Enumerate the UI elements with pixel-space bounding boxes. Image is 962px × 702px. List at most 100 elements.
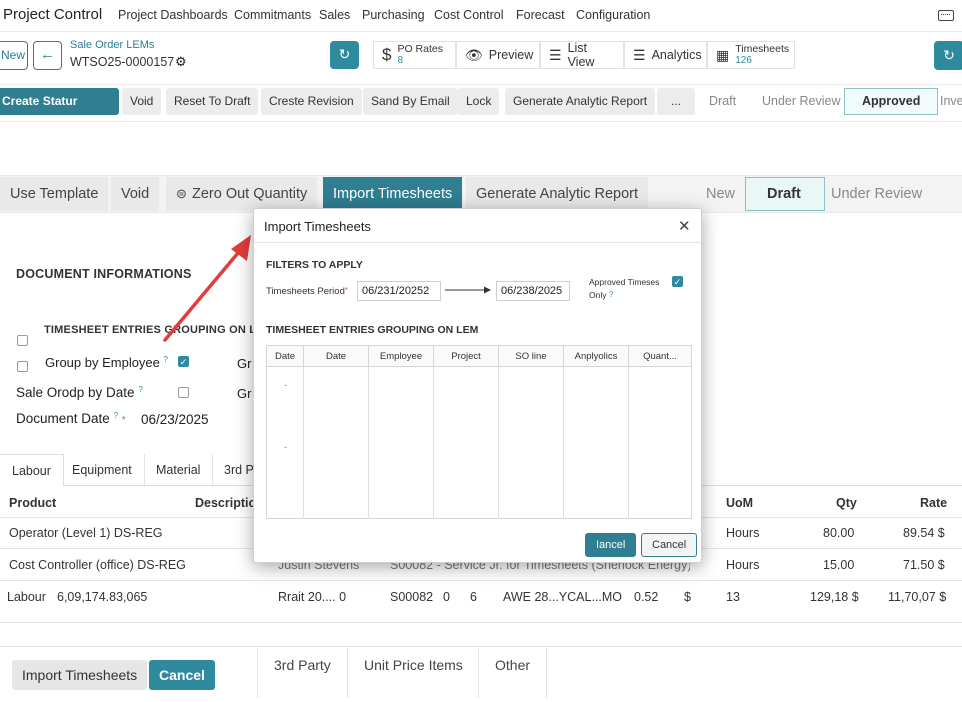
grid-column: [434, 367, 499, 519]
summary-so: S00082: [390, 590, 434, 604]
arrow-right-icon: [445, 286, 491, 294]
zero-out-quantity-label: Zero Out Quantity: [192, 186, 308, 202]
send-by-email-button[interactable]: Sand By Email: [363, 88, 458, 115]
po-rates-button[interactable]: $ PO Rates 8: [373, 41, 456, 69]
grid-col-so-line[interactable]: SO line: [499, 346, 564, 367]
dialog-cancel-button[interactable]: Cancel: [641, 533, 698, 557]
col-rate[interactable]: Rate: [920, 496, 947, 510]
bottom-tab-other[interactable]: Other: [478, 648, 548, 698]
sale-order-by-date-label: Sale Orodp by Date ?: [16, 385, 143, 400]
period-from-input[interactable]: 06/231/20252: [357, 281, 441, 301]
summary-label: Labour: [7, 590, 46, 604]
stage-approved[interactable]: Approved: [862, 94, 920, 108]
grid-col-date-2[interactable]: Date: [304, 346, 369, 367]
tab-equipment[interactable]: Equipment: [60, 454, 145, 487]
app-name[interactable]: Project Control: [3, 6, 102, 23]
bottom-cancel-button[interactable]: Cancel: [149, 660, 215, 690]
preview-button[interactable]: 👁 Preview: [456, 41, 540, 69]
group-column-fragment-2: Gr: [237, 386, 252, 401]
dollar-icon: $: [382, 45, 392, 64]
timesheets-count: 126: [735, 55, 752, 66]
new-button[interactable]: New: [0, 41, 28, 70]
list-view-button[interactable]: ☰ List View: [540, 41, 624, 69]
close-icon[interactable]: ✕: [678, 217, 691, 235]
timesheets-period-label: Timesheets Period*: [266, 286, 348, 297]
row1-product[interactable]: Operator (Level 1) DS-REG: [9, 526, 163, 540]
grid-col-analytics[interactable]: Anplyolics: [564, 346, 629, 367]
eye-icon: 👁: [465, 46, 483, 63]
stage-draft-2[interactable]: Draft: [767, 186, 801, 202]
menu-commitments[interactable]: Commitmants: [234, 8, 311, 22]
back-arrow-icon[interactable]: ←: [33, 41, 62, 70]
timesheets-button[interactable]: ▦ Timesheets 126: [707, 41, 795, 69]
menu-forecast[interactable]: Forecast: [516, 8, 565, 22]
menu-cost-control[interactable]: Cost Control: [434, 8, 503, 22]
col-qty[interactable]: Qty: [836, 496, 857, 510]
bottom-tab-unit-price-items[interactable]: Unit Price Items: [347, 648, 479, 698]
row2-product[interactable]: Cost Controller (office) DS-REG: [9, 558, 186, 572]
checkbox-unlabeled[interactable]: [17, 335, 28, 346]
dialog-title: Import Timesheets: [264, 219, 371, 234]
stage-invoiced[interactable]: Inve: [940, 94, 962, 108]
bottom-divider: [0, 646, 962, 647]
row2-rate: 71.50 $: [903, 558, 945, 572]
list-icon: ☰: [549, 46, 562, 63]
import-timesheets-dialog: Import Timesheets ✕ FILTERS TO APPLY Tim…: [253, 208, 702, 563]
document-date-field[interactable]: 06/23/2025: [141, 412, 209, 427]
checkbox-row-2[interactable]: [17, 361, 28, 372]
col-uom[interactable]: UoM: [726, 496, 753, 510]
generate-analytic-report-button-2[interactable]: Generate Analytic Report: [466, 177, 649, 211]
tab-labour[interactable]: Labour: [0, 454, 64, 487]
stage-draft[interactable]: Draft: [709, 94, 736, 108]
bottom-tab-third-party[interactable]: 3rd Party: [257, 648, 347, 698]
keyboard-icon[interactable]: [938, 10, 954, 21]
dialog-primary-button[interactable]: Iancel: [585, 533, 637, 557]
document-date-label: Document Date ? *: [16, 411, 126, 426]
refresh-icon-right[interactable]: ↻: [934, 41, 962, 70]
grid-col-quantity[interactable]: Quant...: [629, 346, 691, 367]
create-status-report-button[interactable]: Create Statur Report: [0, 88, 119, 135]
create-revision-button[interactable]: Creste Revision: [261, 88, 362, 115]
menu-configuration[interactable]: Configuration: [576, 8, 650, 22]
grid-column: [499, 367, 564, 519]
row2-qty: 15.00: [823, 558, 855, 572]
refresh-icon[interactable]: ↻: [330, 41, 359, 69]
more-actions-button[interactable]: ...: [657, 88, 695, 115]
grid-placeholder-dash: -: [284, 442, 287, 452]
zero-out-quantity-button[interactable]: ⊜ Zero Out Quantity: [166, 177, 318, 211]
use-template-button[interactable]: Use Template: [0, 177, 109, 211]
grid-col-project[interactable]: Project: [434, 346, 499, 367]
grid-column: [564, 367, 629, 519]
void-button[interactable]: Void: [122, 88, 162, 115]
lock-button[interactable]: Lock: [458, 88, 500, 115]
analytics-label: Analytics: [651, 48, 702, 62]
analytics-button[interactable]: ☰ Analytics: [624, 41, 707, 69]
import-timesheets-button[interactable]: Import Timesheets: [323, 177, 463, 211]
tab-material[interactable]: Material: [144, 454, 214, 487]
void-button-2[interactable]: Void: [111, 177, 160, 211]
reset-to-draft-button[interactable]: Reset To Draft: [166, 88, 259, 115]
breadcrumb-parent[interactable]: Sale Order LEMs: [70, 39, 154, 51]
approved-only-checkbox[interactable]: ✓: [672, 276, 683, 287]
list-view-label: List View: [567, 41, 595, 69]
col-product[interactable]: Product: [9, 496, 56, 510]
period-to-input[interactable]: 06/238/2025: [496, 281, 570, 301]
group-by-employee-checkbox[interactable]: ✓: [178, 356, 189, 367]
row2-uom: Hours: [726, 558, 760, 572]
menu-project-dashboards[interactable]: Project Dashboards: [118, 8, 228, 22]
menu-purchasing[interactable]: Purchasing: [362, 8, 425, 22]
grid-col-employee[interactable]: Employee: [369, 346, 434, 367]
stage-under-review-2[interactable]: Under Review: [831, 186, 922, 202]
bottom-import-timesheets-button[interactable]: Import Timesheets: [12, 660, 148, 690]
circle-icon: ⊜: [176, 186, 187, 201]
grid-col-date[interactable]: Date: [267, 346, 304, 367]
generate-analytic-report-button[interactable]: Generate Analytic Report: [505, 88, 656, 115]
summary-n2: 6: [470, 590, 477, 604]
stage-under-review[interactable]: Under Review: [762, 94, 841, 108]
stage-new[interactable]: New: [706, 186, 735, 202]
analytics-list-icon: ☰: [633, 46, 646, 63]
po-rates-label: PO Rates: [397, 43, 443, 55]
sale-order-by-date-checkbox[interactable]: [178, 387, 189, 398]
gear-icon[interactable]: ⚙: [175, 54, 187, 70]
menu-sales[interactable]: Sales: [319, 8, 350, 22]
